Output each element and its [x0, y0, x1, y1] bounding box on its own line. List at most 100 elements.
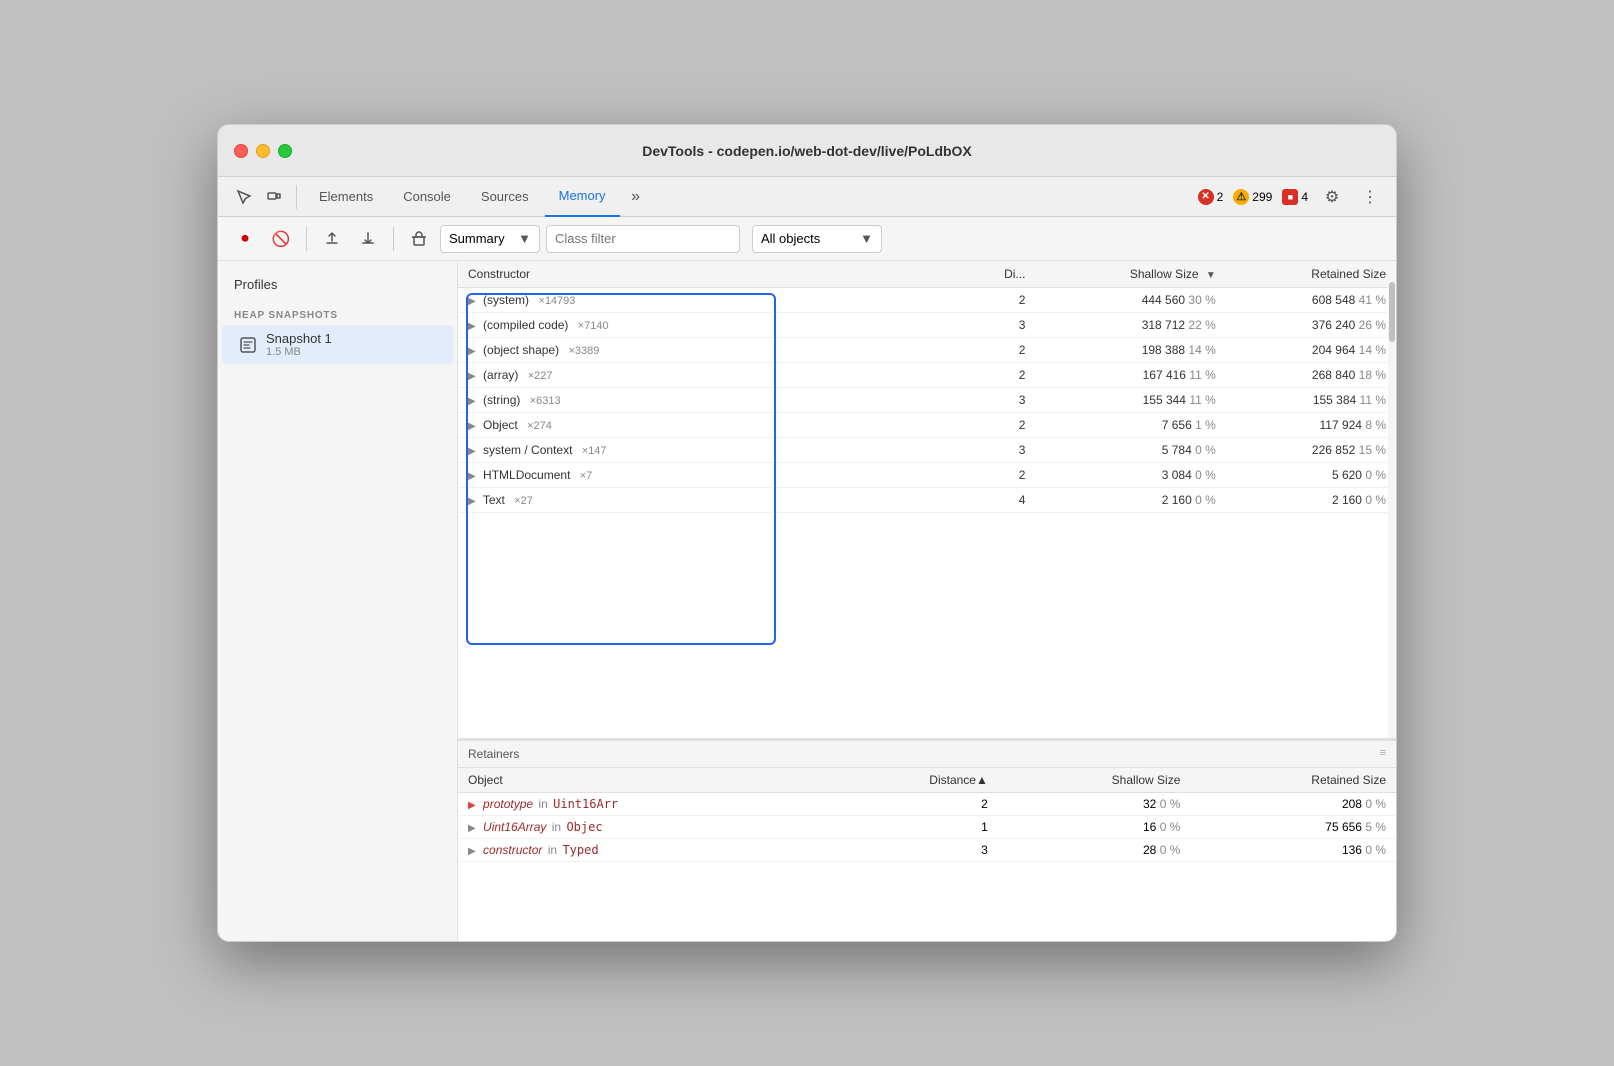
retainer-expand-icon[interactable]: ▶ — [468, 800, 476, 811]
minimize-button[interactable] — [256, 144, 270, 158]
table-row[interactable]: ▶ (string) ×6313 3 155 344 11 % 155 384 … — [458, 388, 1396, 413]
retainer-expand-icon[interactable]: ▶ — [468, 846, 476, 857]
table-row[interactable]: ▶ (object shape) ×3389 2 198 388 14 % 20… — [458, 338, 1396, 363]
col-retained-size[interactable]: Retained Size — [1226, 261, 1396, 288]
scrollbar-thumb[interactable] — [1389, 282, 1395, 342]
info-badge[interactable]: ■ 4 — [1282, 189, 1308, 205]
ret-col-shallow-size[interactable]: Shallow Size — [998, 768, 1191, 793]
retainer-expand-icon[interactable]: ▶ — [468, 823, 476, 834]
expand-icon[interactable]: ▶ — [468, 396, 476, 407]
retainers-header: Retainers ≡ — [458, 741, 1396, 768]
table-row[interactable]: ▶ HTMLDocument ×7 2 3 084 0 % 5 620 0 % — [458, 463, 1396, 488]
table-row[interactable]: ▶ (system) ×14793 2 444 560 30 % 608 548… — [458, 288, 1396, 313]
table-row[interactable]: ▶ (compiled code) ×7140 3 318 712 22 % 3… — [458, 313, 1396, 338]
more-tabs-button[interactable]: » — [622, 183, 650, 211]
tab-sources[interactable]: Sources — [467, 177, 543, 217]
expand-icon[interactable]: ▶ — [468, 371, 476, 382]
row-shallow-size: 155 344 11 % — [1035, 388, 1225, 413]
row-name: Text — [483, 493, 505, 507]
row-shallow-size: 5 784 0 % — [1035, 438, 1225, 463]
row-distance: 2 — [961, 288, 1035, 313]
retainer-shallow-size: 28 0 % — [998, 839, 1191, 862]
ret-col-object[interactable]: Object — [458, 768, 827, 793]
main-table-wrapper[interactable]: Constructor Di... Shallow Size ▼ Retaine… — [458, 261, 1396, 741]
objects-select[interactable]: All objects ▼ — [752, 225, 882, 253]
col-constructor[interactable]: Constructor — [458, 261, 961, 288]
download-button[interactable] — [353, 224, 383, 254]
expand-icon[interactable]: ▶ — [468, 471, 476, 482]
retainer-distance: 3 — [827, 839, 998, 862]
table-row[interactable]: ▶ Text ×27 4 2 160 0 % 2 160 0 % — [458, 488, 1396, 513]
row-retained-size: 376 240 26 % — [1226, 313, 1396, 338]
sort-arrow: ▼ — [1206, 270, 1216, 281]
table-row[interactable]: ▶ Object ×274 2 7 656 1 % 117 924 8 % — [458, 413, 1396, 438]
table-row[interactable]: ▶ system / Context ×147 3 5 784 0 % 226 … — [458, 438, 1396, 463]
tab-console[interactable]: Console — [389, 177, 465, 217]
row-name: (system) — [483, 293, 529, 307]
table-row[interactable]: ▶ (array) ×227 2 167 416 11 % 268 840 18… — [458, 363, 1396, 388]
row-distance: 2 — [961, 413, 1035, 438]
retainer-row[interactable]: ▶ prototype in Uint16Arr 2 32 0 % 208 0 … — [458, 793, 1396, 816]
retainer-retained-size: 208 0 % — [1190, 793, 1396, 816]
row-count: ×14793 — [538, 295, 575, 307]
ret-col-distance[interactable]: Distance▲ — [827, 768, 998, 793]
expand-icon[interactable]: ▶ — [468, 296, 476, 307]
retainer-name: prototype — [483, 797, 533, 811]
row-retained-size: 226 852 15 % — [1226, 438, 1396, 463]
retainer-row[interactable]: ▶ constructor in Typed 3 28 0 % 136 0 % — [458, 839, 1396, 862]
ret-col-retained-size[interactable]: Retained Size — [1190, 768, 1396, 793]
collect-garbage-button[interactable] — [404, 224, 434, 254]
warning-badge[interactable]: ⚠ 299 — [1233, 189, 1272, 205]
expand-icon[interactable]: ▶ — [468, 346, 476, 357]
retainer-object-cell: ▶ Uint16Array in Objec — [458, 816, 827, 839]
retainer-retained-size: 75 656 5 % — [1190, 816, 1396, 839]
retainer-row[interactable]: ▶ Uint16Array in Objec 1 16 0 % 75 656 5… — [458, 816, 1396, 839]
expand-icon[interactable]: ▶ — [468, 321, 476, 332]
warning-icon: ⚠ — [1233, 189, 1249, 205]
snapshot-icon — [238, 335, 258, 355]
devtools-window: DevTools - codepen.io/web-dot-dev/live/P… — [217, 124, 1397, 942]
summary-dropdown-icon: ▼ — [518, 231, 531, 246]
row-shallow-size: 2 160 0 % — [1035, 488, 1225, 513]
col-distance[interactable]: Di... — [961, 261, 1035, 288]
error-badge[interactable]: ✕ 2 — [1198, 189, 1224, 205]
window-title: DevTools - codepen.io/web-dot-dev/live/P… — [642, 143, 972, 159]
device-icon[interactable] — [260, 183, 288, 211]
scrollbar-track[interactable] — [1388, 261, 1396, 738]
retainer-distance: 2 — [827, 793, 998, 816]
tab-elements[interactable]: Elements — [305, 177, 387, 217]
row-count: ×7140 — [578, 320, 609, 332]
stop-button[interactable]: 🚫 — [266, 224, 296, 254]
row-name: system / Context — [483, 443, 572, 457]
maximize-button[interactable] — [278, 144, 292, 158]
tab-memory[interactable]: Memory — [545, 177, 620, 217]
expand-icon[interactable]: ▶ — [468, 421, 476, 432]
more-options-icon[interactable]: ⋮ — [1356, 183, 1384, 211]
close-button[interactable] — [234, 144, 248, 158]
retainers-table-wrapper[interactable]: Object Distance▲ Shallow Size Retained S… — [458, 768, 1396, 941]
col-shallow-size[interactable]: Shallow Size ▼ — [1035, 261, 1225, 288]
record-button[interactable]: ⏺ — [230, 224, 260, 254]
expand-icon[interactable]: ▶ — [468, 496, 476, 507]
row-name: (array) — [483, 368, 518, 382]
expand-icon[interactable]: ▶ — [468, 446, 476, 457]
retainer-obj: Typed — [562, 843, 598, 857]
row-shallow-size: 3 084 0 % — [1035, 463, 1225, 488]
main-table: Constructor Di... Shallow Size ▼ Retaine… — [458, 261, 1396, 513]
row-shallow-size: 7 656 1 % — [1035, 413, 1225, 438]
row-name: HTMLDocument — [483, 468, 570, 482]
settings-icon[interactable]: ⚙ — [1318, 183, 1346, 211]
upload-button[interactable] — [317, 224, 347, 254]
objects-dropdown-icon: ▼ — [860, 231, 873, 246]
retainer-object-cell: ▶ constructor in Typed — [458, 839, 827, 862]
summary-select[interactable]: Summary ▼ — [440, 225, 540, 253]
main-content: Profiles HEAP SNAPSHOTS Snapshot 1 1.5 M… — [218, 261, 1396, 941]
retainer-ref: in — [548, 843, 561, 857]
snapshot-1-item[interactable]: Snapshot 1 1.5 MB — [222, 325, 453, 364]
sidebar-title: Profiles — [218, 273, 457, 302]
row-retained-size: 2 160 0 % — [1226, 488, 1396, 513]
row-name: (compiled code) — [483, 318, 568, 332]
class-filter-input[interactable] — [546, 225, 740, 253]
retainers-section: Retainers ≡ Object Distance▲ — [458, 741, 1396, 941]
cursor-icon[interactable] — [230, 183, 258, 211]
